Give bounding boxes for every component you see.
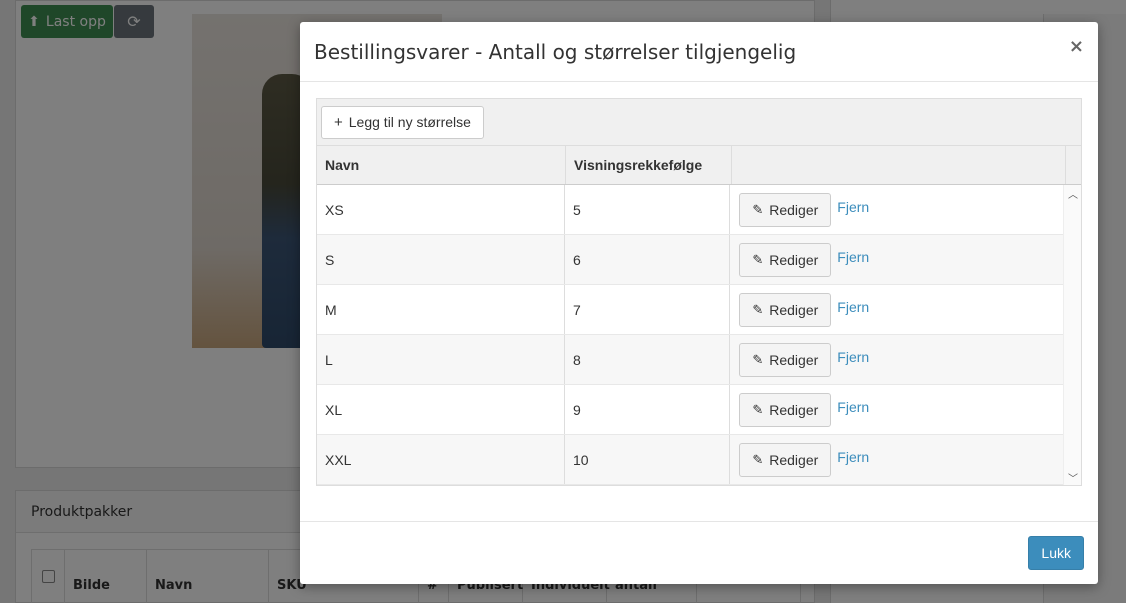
edit-button[interactable]: ✎ Rediger <box>739 292 832 327</box>
edit-button[interactable]: ✎ Rediger <box>739 342 832 377</box>
table-row: S 6 ✎ Rediger Fjern <box>317 235 1063 285</box>
remove-link[interactable]: Fjern <box>837 249 869 265</box>
chevron-up-icon[interactable]: ︿ <box>1064 185 1082 201</box>
close-icon[interactable]: × <box>1069 36 1084 57</box>
remove-link[interactable]: Fjern <box>837 449 869 465</box>
chevron-down-icon[interactable]: ﹀ <box>1064 469 1082 485</box>
size-name-cell: XS <box>317 185 565 234</box>
table-row: XXL 10 ✎ Rediger Fjern <box>317 435 1063 485</box>
remove-link[interactable]: Fjern <box>837 399 869 415</box>
row-actions: ✎ Rediger Fjern <box>730 335 1063 384</box>
size-name-cell: S <box>317 235 565 284</box>
edit-label: Rediger <box>769 451 819 468</box>
size-name-cell: XXL <box>317 435 565 484</box>
column-header-name[interactable]: Navn <box>317 146 566 184</box>
modal-title: Bestillingsvarer - Antall og størrelser … <box>314 39 797 64</box>
grid-toolbar: + Legg til ny størrelse <box>317 99 1081 145</box>
column-header-actions <box>732 146 1066 184</box>
size-order-cell: 6 <box>565 235 731 284</box>
size-order-cell: 5 <box>565 185 731 234</box>
modal-footer: Lukk <box>300 522 1098 584</box>
edit-label: Rediger <box>769 251 819 268</box>
edit-label: Rediger <box>769 301 819 318</box>
row-actions: ✎ Rediger Fjern <box>730 435 1063 484</box>
close-button[interactable]: Lukk <box>1028 536 1084 570</box>
table-row: XS 5 ✎ Rediger Fjern <box>317 185 1063 235</box>
row-actions: ✎ Rediger Fjern <box>730 385 1063 434</box>
size-name-cell: XL <box>317 385 565 434</box>
table-row: L 8 ✎ Rediger Fjern <box>317 335 1063 385</box>
row-actions: ✎ Rediger Fjern <box>730 235 1063 284</box>
grid-scrollbar[interactable]: ︿ ﹀ <box>1063 185 1081 485</box>
edit-label: Rediger <box>769 351 819 368</box>
pencil-icon: ✎ <box>752 351 764 367</box>
sizes-grid: + Legg til ny størrelse Navn Visningsrek… <box>316 98 1082 486</box>
modal-header: Bestillingsvarer - Antall og størrelser … <box>300 22 1098 82</box>
size-name-cell: L <box>317 335 565 384</box>
pencil-icon: ✎ <box>752 251 764 267</box>
size-name-cell: M <box>317 285 565 334</box>
edit-button[interactable]: ✎ Rediger <box>739 392 832 427</box>
remove-link[interactable]: Fjern <box>837 349 869 365</box>
edit-label: Rediger <box>769 201 819 218</box>
pencil-icon: ✎ <box>752 201 764 217</box>
row-actions: ✎ Rediger Fjern <box>730 185 1063 234</box>
remove-link[interactable]: Fjern <box>837 199 869 215</box>
size-order-cell: 9 <box>565 385 731 434</box>
edit-button[interactable]: ✎ Rediger <box>739 192 832 227</box>
column-header-order[interactable]: Visningsrekkefølge <box>566 146 732 184</box>
modal-body: + Legg til ny størrelse Navn Visningsrek… <box>300 83 1098 522</box>
size-order-cell: 7 <box>565 285 731 334</box>
table-row: XL 9 ✎ Rediger Fjern <box>317 385 1063 435</box>
edit-button[interactable]: ✎ Rediger <box>739 442 832 477</box>
pencil-icon: ✎ <box>752 451 764 467</box>
edit-button[interactable]: ✎ Rediger <box>739 242 832 277</box>
row-actions: ✎ Rediger Fjern <box>730 285 1063 334</box>
grid-body: XS 5 ✎ Rediger Fjern S 6 ✎ Rediger Fjern <box>317 185 1063 485</box>
pencil-icon: ✎ <box>752 401 764 417</box>
grid-header: Navn Visningsrekkefølge <box>317 145 1081 185</box>
sizes-modal: Bestillingsvarer - Antall og størrelser … <box>300 22 1098 584</box>
add-size-label: Legg til ny størrelse <box>348 114 471 130</box>
table-row: M 7 ✎ Rediger Fjern <box>317 285 1063 335</box>
pencil-icon: ✎ <box>752 301 764 317</box>
remove-link[interactable]: Fjern <box>837 299 869 315</box>
edit-label: Rediger <box>769 401 819 418</box>
plus-icon: + <box>334 113 343 131</box>
add-size-button[interactable]: + Legg til ny størrelse <box>321 105 484 139</box>
size-order-cell: 8 <box>565 335 731 384</box>
size-order-cell: 10 <box>565 435 731 484</box>
